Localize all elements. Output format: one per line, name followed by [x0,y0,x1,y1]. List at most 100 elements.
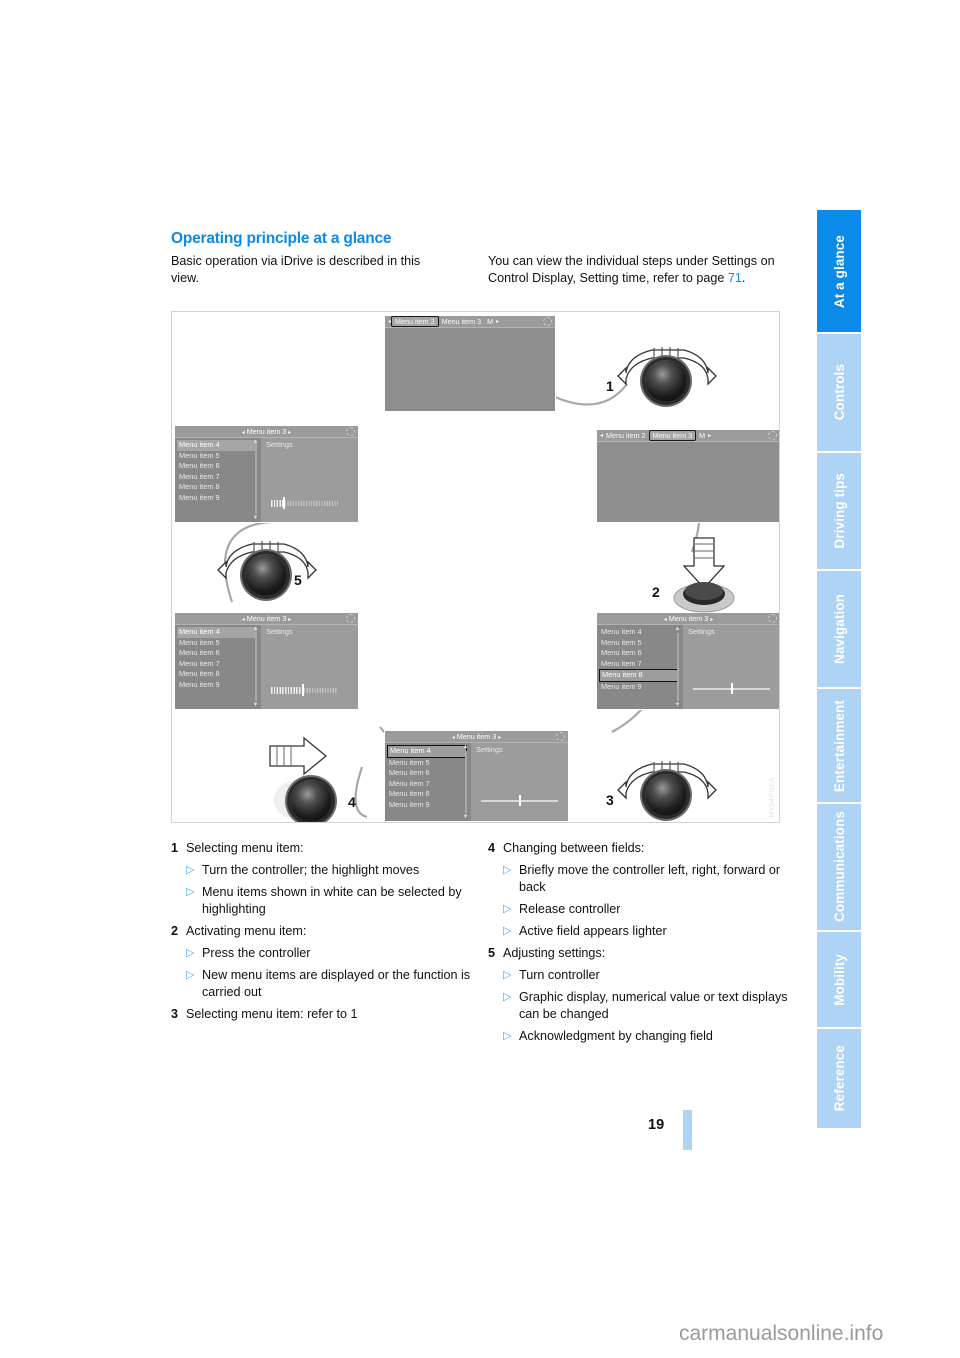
list-item[interactable]: Menu item 7 [177,472,261,483]
step-sub-item: ▷ Active field appears lighter [503,923,788,940]
list-item[interactable]: Menu item 5 [387,758,471,769]
sidebar-tab-label: Mobility [831,953,847,1006]
step-number: 3 [171,1007,179,1021]
step-number: 4 [488,841,496,855]
scroll-up-icon[interactable]: ▲ [253,626,259,632]
scroll-track [254,633,257,701]
left-arrow-icon[interactable]: ◂ [242,430,245,436]
right-arrow-icon[interactable]: ▸ [288,430,291,436]
bullet-triangle-icon: ▷ [503,991,512,1003]
menu-list[interactable]: Menu item 4 Menu item 5 Menu item 6 Menu… [385,743,471,821]
step-item: 5 Adjusting settings: [488,945,788,962]
list-item[interactable]: Menu item 7 [387,779,471,790]
right-arrow-icon[interactable]: ▸ [708,432,711,439]
step-sub-item: ▷ Graphic display, numerical value or tex… [503,989,788,1023]
controller-knob[interactable] [245,554,287,596]
list-item[interactable]: Menu item 6 [387,768,471,779]
header-tab[interactable]: Menu item 2 [603,431,649,440]
sidebar-tab-driving-tips[interactable]: Driving tips [817,452,861,571]
header-tab[interactable]: Menu item 3 [439,317,485,326]
header-tab-truncated[interactable]: M [696,431,708,440]
scroll-down-icon[interactable]: ▼ [463,814,469,820]
list-item[interactable]: Menu item 4 [177,440,257,451]
header-tab-selected[interactable]: Menu item 2 [391,316,439,327]
list-scrollbar[interactable]: ▲ ▼ [253,626,259,708]
screen-right-top[interactable]: ◂ Menu item 2 Menu item 3 M ▸ [596,429,779,523]
screen-right-bottom[interactable]: ◂ Menu item 3 ▸ Menu item 4 Menu item 5 … [596,612,779,710]
right-arrow-icon[interactable]: ▸ [498,735,501,741]
idrive-operating-diagram: ◂ Menu item 2 Menu item 3 M ▸ ◂ Menu ite… [171,311,780,823]
bullet-triangle-icon: ▷ [503,1030,512,1042]
callout-number: 2 [652,584,660,600]
screen-top-center[interactable]: ◂ Menu item 2 Menu item 3 M ▸ [384,315,556,412]
scroll-down-icon[interactable]: ▼ [253,515,259,521]
list-item[interactable]: Menu item 9 [599,682,683,693]
step-sub-text: Press the controller [202,946,311,960]
refresh-icon [346,427,355,436]
list-item[interactable]: Menu item 4 [177,627,257,638]
list-scrollbar[interactable]: ▲ ▼ [675,626,681,708]
list-item[interactable]: Menu item 6 [177,648,261,659]
list-item[interactable]: Menu item 7 [177,659,261,670]
list-item-boxed[interactable]: Menu item 4 [387,745,467,758]
list-item[interactable]: Menu item 9 [387,800,471,811]
left-arrow-icon[interactable]: ◂ [664,617,667,623]
sidebar-tab-navigation[interactable]: Navigation [817,571,861,690]
scroll-up-icon[interactable]: ▲ [675,626,681,632]
callout-4-controller: 4 [264,736,394,822]
step-sub-text: Briefly move the controller left, right,… [519,863,781,894]
page-reference-link[interactable]: 71 [728,271,742,285]
menu-list[interactable]: Menu item 4 Menu item 5 Menu item 6 Menu… [175,438,261,522]
list-item[interactable]: Menu item 8 [177,482,261,493]
list-scrollbar[interactable]: ▲ ▼ [463,744,469,820]
list-item[interactable]: Menu item 8 [387,789,471,800]
scroll-up-icon[interactable]: ▲ [463,744,469,750]
controller-knob[interactable] [290,780,332,822]
left-arrow-icon[interactable]: ◂ [242,617,245,623]
scroll-down-icon[interactable]: ▼ [675,702,681,708]
screen-header-title: Menu item 3 [456,732,497,741]
list-item-boxed[interactable]: Menu item 8 [599,669,679,682]
list-item[interactable]: Menu item 5 [599,638,683,649]
scroll-up-icon[interactable]: ▲ [253,439,259,445]
list-item[interactable]: Menu item 4 [599,627,683,638]
list-item[interactable]: Menu item 5 [177,638,261,649]
list-scrollbar[interactable]: ▲ ▼ [253,439,259,521]
callout-2-controller: 2 [652,536,748,616]
scroll-down-icon[interactable]: ▼ [253,702,259,708]
right-arrow-icon[interactable]: ▸ [288,617,291,623]
slider-value-graphic [480,795,559,806]
step-item: 4 Changing between fields: [488,840,788,857]
step-sub-item: ▷ Acknowledgment by changing field [503,1028,788,1045]
right-arrow-icon[interactable]: ▸ [710,617,713,623]
sidebar-tab-reference[interactable]: Reference [817,1029,861,1130]
header-tab-truncated[interactable]: M [484,317,496,326]
callout-number: 3 [606,792,614,808]
callout-1-controller: 1 [606,338,722,410]
intro-paragraph-right: You can view the individual steps under … [488,253,780,286]
sidebar-tab-entertainment[interactable]: Entertainment [817,689,861,804]
controller-knob[interactable] [645,360,687,402]
step-item: 1 Selecting menu item: [171,840,471,857]
controller-knob[interactable] [645,774,687,816]
menu-list[interactable]: Menu item 4 Menu item 5 Menu item 6 Menu… [175,625,261,709]
list-item[interactable]: Menu item 9 [177,493,261,504]
menu-list[interactable]: Menu item 4 Menu item 5 Menu item 6 Menu… [597,625,683,709]
list-item[interactable]: Menu item 5 [177,451,261,462]
list-item[interactable]: Menu item 6 [599,648,683,659]
sidebar-tab-communications[interactable]: Communications [817,803,861,932]
step-number: 2 [171,924,179,938]
sidebar-tab-controls[interactable]: Controls [817,334,861,453]
sidebar-tab-at-a-glance[interactable]: At a glance [817,210,861,335]
list-item[interactable]: Menu item 9 [177,680,261,691]
header-tab-selected[interactable]: Menu item 3 [648,430,697,441]
left-arrow-icon[interactable]: ◂ [452,735,455,741]
list-item[interactable]: Menu item 7 [599,659,683,670]
sidebar-tab-mobility[interactable]: Mobility [817,932,861,1030]
list-item[interactable]: Menu item 8 [177,669,261,680]
right-arrow-icon[interactable]: ▸ [496,318,499,325]
screen-bottom-center[interactable]: ◂ Menu item 3 ▸ Menu item 4 Menu item 5 … [384,730,569,822]
screen-left-bottom[interactable]: ◂ Menu item 3 ▸ Menu item 4 Menu item 5 … [174,612,359,710]
list-item[interactable]: Menu item 6 [177,461,261,472]
screen-left-top[interactable]: ◂ Menu item 3 ▸ Menu item 4 Menu item 5 … [174,425,359,523]
